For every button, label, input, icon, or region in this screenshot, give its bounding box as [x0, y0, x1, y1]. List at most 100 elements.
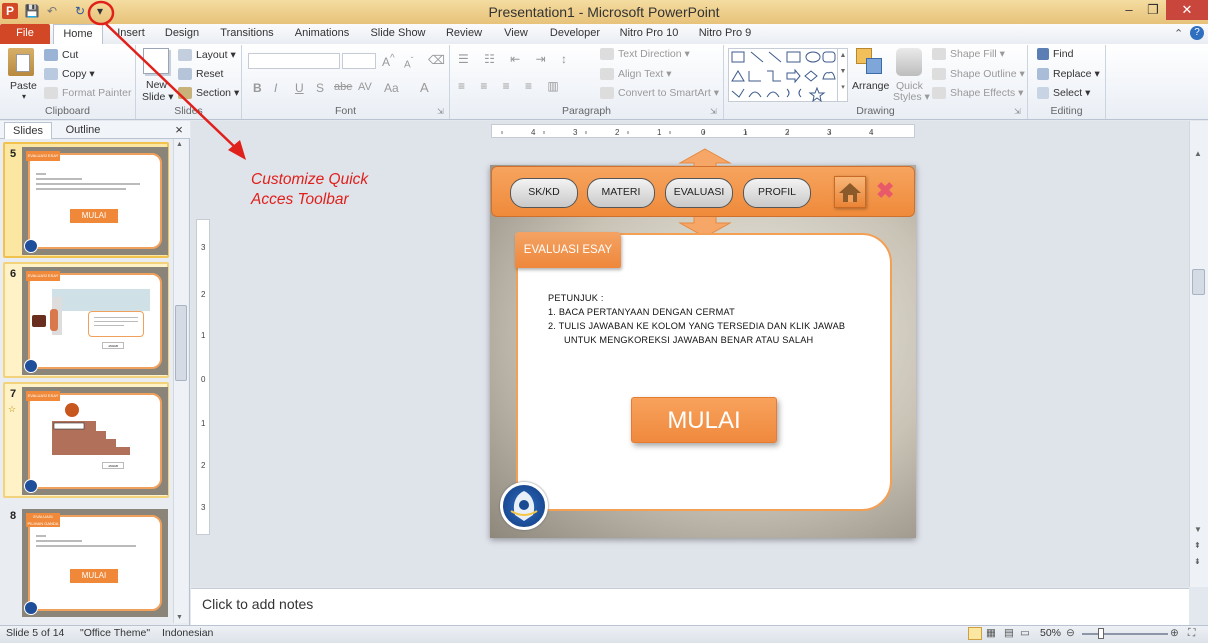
character-spacing-button[interactable]: AV	[358, 81, 372, 93]
italic-button[interactable]: I	[274, 81, 277, 95]
slide-number: 6	[10, 268, 17, 280]
tab-review[interactable]: Review	[442, 24, 486, 44]
alignment-buttons[interactable]: ≡ ≡ ≡ ≡ ▥	[458, 79, 565, 93]
zoom-slider-thumb[interactable]	[1098, 628, 1104, 639]
svg-text:0: 0	[701, 128, 706, 137]
svg-text:4: 4	[869, 128, 874, 137]
effects-icon	[932, 87, 946, 100]
slide-sorter-icon[interactable]: ▦	[986, 627, 996, 639]
slide-thumbnail-8[interactable]: 8 EVALUASI PILIHAN GANDA MULAI	[3, 504, 169, 620]
vertical-ruler: 3 2 1 0 1 2 3	[196, 219, 210, 535]
close-button[interactable]: ✕	[1166, 0, 1208, 20]
list-buttons[interactable]: ☰ ☷ ⇤ ⇥ ↕	[458, 52, 573, 66]
zoom-slider[interactable]	[1082, 633, 1168, 635]
paragraph-group-label: Paragraph	[561, 105, 612, 117]
nav-button-evaluasi[interactable]: EVALUASI	[665, 178, 733, 208]
mulai-button[interactable]: MULAI	[631, 397, 777, 443]
quick-styles-button-2[interactable]: Styles ▾	[893, 91, 930, 103]
theme-name[interactable]: "Office Theme"	[80, 627, 150, 639]
drawing-group-label: Drawing	[856, 105, 895, 117]
shape-fill-button[interactable]: Shape Fill ▾	[932, 48, 1005, 61]
slide-thumbnail-6[interactable]: 6 EVALUASI ESAY JAWAB	[3, 262, 169, 378]
replace-icon	[1037, 68, 1049, 81]
help-icon[interactable]: ?	[1190, 26, 1204, 40]
tab-nitro-pro-10[interactable]: Nitro Pro 10	[616, 24, 682, 44]
logo-icon	[24, 239, 38, 253]
change-case-button[interactable]: Aa	[384, 81, 399, 95]
close-x-icon[interactable]: ✖	[876, 178, 894, 204]
quick-styles-icon[interactable]	[896, 48, 922, 76]
shapes-gallery[interactable]	[728, 48, 848, 103]
zoom-in-icon[interactable]: ⊕	[1170, 627, 1179, 639]
language-indicator[interactable]: Indonesian	[162, 627, 213, 639]
zoom-level[interactable]: 50%	[1040, 627, 1061, 639]
maximize-button[interactable]: ❐	[1140, 0, 1166, 20]
pencil-icon	[932, 68, 946, 81]
nav-button-skkd[interactable]: SK/KD	[510, 178, 578, 208]
text-direction-button[interactable]: Text Direction ▾	[600, 48, 690, 61]
select-button[interactable]: Select ▾	[1037, 87, 1090, 100]
tut-wuri-handayani-logo	[500, 482, 548, 530]
editor-scrollbar[interactable]: ▲ ▼ ⇞ ⇟	[1189, 121, 1208, 587]
horizontal-ruler: 4 3 2 1 0 1 2 3 4	[491, 124, 915, 138]
svg-text:3: 3	[827, 128, 832, 137]
quick-styles-label-line2: Styles	[893, 91, 922, 103]
annotation-line-1: Customize Quick	[251, 171, 369, 188]
tab-slide-show[interactable]: Slide Show	[366, 24, 430, 44]
shapes-gallery-icons	[731, 51, 836, 103]
logo-icon	[24, 601, 38, 615]
nav-button-profil[interactable]: PROFIL	[743, 178, 811, 208]
font-dialog-launcher-icon[interactable]: ⇲	[437, 107, 444, 116]
tab-view[interactable]: View	[498, 24, 534, 44]
shape-fill-label: Shape Fill	[950, 48, 997, 60]
nav-button-materi[interactable]: MATERI	[587, 178, 655, 208]
tab-nitro-pro-9[interactable]: Nitro Pro 9	[694, 24, 756, 44]
zoom-out-icon[interactable]: ⊖	[1066, 627, 1075, 639]
smartart-icon	[600, 87, 614, 100]
convert-smartart-button[interactable]: Convert to SmartArt ▾	[600, 87, 719, 100]
home-icon[interactable]	[834, 176, 866, 208]
minimize-ribbon-icon[interactable]: ⌃	[1174, 27, 1183, 40]
shape-outline-label: Shape Outline	[950, 68, 1017, 80]
slideshow-view-icon[interactable]: ▭	[1020, 627, 1030, 639]
clear-formatting-icon[interactable]: ⌫	[428, 53, 445, 67]
shadow-button[interactable]: S	[316, 81, 324, 95]
notes-pane[interactable]	[191, 588, 1189, 625]
instruction-2: 2. TULIS JAWABAN KE KOLOM YANG TERSEDIA …	[548, 321, 846, 331]
normal-view-icon[interactable]	[968, 627, 982, 640]
animation-star-icon: ☆	[8, 404, 17, 414]
underline-button[interactable]: U	[295, 81, 304, 95]
grow-font-icon[interactable]: A^	[382, 53, 395, 69]
minimize-button[interactable]: –	[1116, 0, 1142, 20]
font-name-input[interactable]	[248, 53, 340, 69]
align-text-button[interactable]: Align Text ▾	[600, 68, 672, 81]
replace-button[interactable]: Replace ▾	[1037, 68, 1100, 81]
slide-thumbnail-7[interactable]: 7 ☆ EVALUASI ESAY JAWAB	[3, 382, 169, 498]
slide-number: 7	[10, 388, 17, 400]
arrange-button[interactable]: Arrange	[852, 80, 889, 92]
drawing-dialog-launcher-icon[interactable]: ⇲	[1014, 107, 1021, 116]
strikethrough-button[interactable]: abe	[334, 81, 352, 93]
shape-effects-button[interactable]: Shape Effects ▾	[932, 87, 1023, 100]
arrange-icon[interactable]	[856, 48, 884, 76]
instruction-2-continued: UNTUK MENGKOREKSI JAWABAN BENAR ATAU SAL…	[564, 335, 814, 345]
notes-placeholder[interactable]: Click to add notes	[202, 596, 313, 612]
font-size-input[interactable]	[342, 53, 376, 69]
find-button[interactable]: Find	[1037, 48, 1074, 61]
reading-view-icon[interactable]: ▤	[1004, 627, 1014, 639]
find-label: Find	[1053, 48, 1074, 60]
binoculars-icon	[1037, 48, 1049, 61]
tab-developer[interactable]: Developer	[546, 24, 604, 44]
fit-to-window-icon[interactable]: ⛶	[1188, 627, 1195, 640]
slides-pane-scrollbar[interactable]: ▲ ▼	[173, 139, 188, 623]
font-color-button[interactable]: A	[420, 80, 429, 95]
font-group-label: Font	[334, 105, 356, 117]
tab-animations[interactable]: Animations	[290, 24, 354, 44]
svg-text:1: 1	[743, 128, 748, 137]
svg-text:2: 2	[785, 128, 790, 137]
paragraph-dialog-launcher-icon[interactable]: ⇲	[710, 107, 717, 116]
shapes-scroll[interactable]: ▲ ▼ ▾	[837, 48, 848, 102]
thumbnail-button: MULAI	[70, 569, 118, 583]
shrink-font-icon[interactable]: Aˇ	[404, 55, 413, 70]
shape-outline-button[interactable]: Shape Outline ▾	[932, 68, 1025, 81]
